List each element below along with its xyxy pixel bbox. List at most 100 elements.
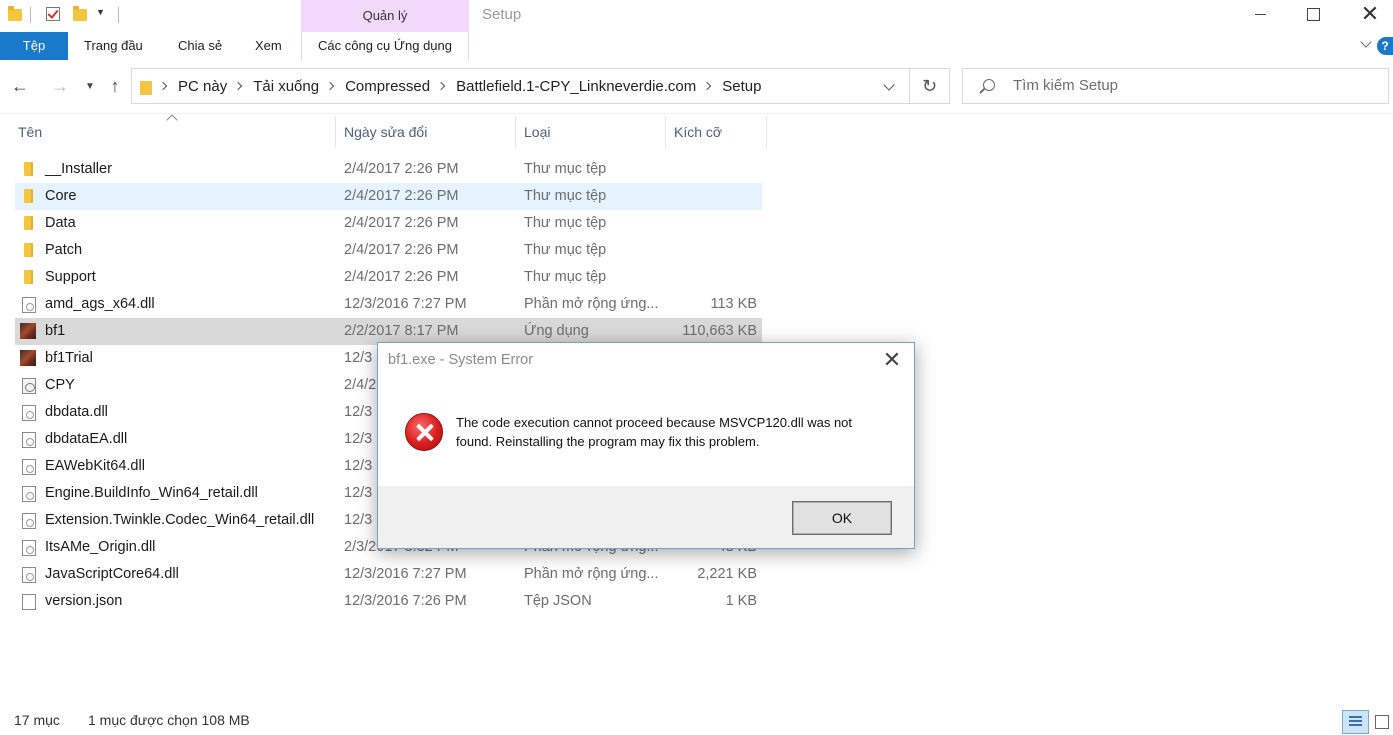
selection-info: 1 mục được chọn 108 MB (88, 712, 250, 728)
manage-context-tab[interactable]: Quản lý (301, 0, 469, 32)
breadcrumb-item[interactable]: Setup (722, 78, 761, 95)
file-type: Phần mở rộng ứng... (524, 566, 659, 582)
minimize-button[interactable] (1237, 0, 1283, 28)
search-box[interactable]: Tìm kiếm Setup (962, 68, 1389, 104)
folder-icon (24, 243, 33, 257)
column-header-size[interactable]: Kích cỡ (666, 116, 767, 148)
maximize-button[interactable] (1290, 0, 1336, 28)
error-icon (405, 413, 443, 451)
file-name: EAWebKit64.dll (45, 458, 145, 474)
recent-locations-icon[interactable]: ▼ (78, 74, 102, 98)
file-size: 1 KB (725, 593, 757, 609)
file-row[interactable]: Data 2/4/2017 2:26 PM Thư mục tệp (15, 210, 762, 237)
dialog-title: bf1.exe - System Error (388, 352, 534, 368)
file-row[interactable]: Patch 2/4/2017 2:26 PM Thư mục tệp (15, 237, 762, 264)
file-name: bf1 (45, 323, 66, 339)
dll-file-icon (22, 405, 36, 421)
file-date: 12/3 (344, 350, 373, 366)
chevron-right-icon[interactable] (325, 81, 335, 91)
file-type: Thư mục tệp (524, 242, 607, 258)
file-date: 2/2/2017 8:17 PM (344, 323, 459, 339)
navigation-bar: ← → ▼ ↑ PC này Tải xuống Compressed Batt… (0, 60, 1393, 114)
breadcrumb: PC này Tải xuống Compressed Battlefield.… (158, 69, 761, 103)
address-bar[interactable]: PC này Tải xuống Compressed Battlefield.… (131, 68, 910, 104)
app-icon (20, 350, 36, 366)
title-bar: ▼ Quản lý Setup ✕ (0, 0, 1393, 32)
dll-file-icon (22, 297, 36, 313)
file-row[interactable]: __Installer 2/4/2017 2:26 PM Thư mục tệp (15, 156, 762, 183)
json-file-icon (22, 594, 36, 610)
file-date: 12/3/2016 7:27 PM (344, 296, 467, 312)
customize-toolbar-icon[interactable]: ▼ (96, 7, 105, 25)
tab-share[interactable]: Chia sẻ (178, 32, 222, 60)
file-type: Thư mục tệp (524, 215, 607, 231)
folder-icon (24, 189, 33, 203)
new-folder-icon[interactable] (73, 6, 87, 21)
file-row[interactable]: Core 2/4/2017 2:26 PM Thư mục tệp (15, 183, 762, 210)
file-row[interactable]: Support 2/4/2017 2:26 PM Thư mục tệp (15, 264, 762, 291)
dll-file-icon (22, 432, 36, 448)
chevron-right-icon[interactable] (158, 81, 168, 91)
file-type: Tệp JSON (524, 593, 592, 609)
file-type: Ứng dụng (524, 323, 589, 339)
folder-icon[interactable] (8, 6, 22, 21)
file-type: Thư mục tệp (524, 269, 607, 285)
tab-file[interactable]: Tệp (0, 32, 68, 60)
file-date: 12/3 (344, 431, 373, 447)
forward-arrow-icon[interactable]: → (48, 74, 72, 98)
column-header-date[interactable]: Ngày sửa đổi (336, 116, 516, 148)
ok-button[interactable]: OK (792, 501, 892, 535)
file-name: dbdataEA.dll (45, 431, 128, 447)
search-input[interactable]: Tìm kiếm Setup (1013, 69, 1118, 103)
back-arrow-icon[interactable]: ← (8, 74, 32, 98)
expand-ribbon-icon[interactable] (1361, 38, 1371, 48)
ribbon-tabs: Tệp Trang đầu Chia sẻ Xem Các công cụ Ứn… (0, 32, 1393, 60)
breadcrumb-item[interactable]: Battlefield.1-CPY_Linkneverdie.com (456, 78, 696, 95)
file-name: bf1Trial (45, 350, 93, 366)
toolbar-divider (30, 7, 31, 23)
dll-file-icon (22, 513, 36, 529)
chevron-right-icon[interactable] (703, 81, 712, 91)
file-type: Thư mục tệp (524, 188, 607, 204)
folder-icon (24, 270, 33, 284)
breadcrumb-item[interactable]: Compressed (345, 78, 430, 95)
tab-home[interactable]: Trang đầu (84, 32, 143, 60)
file-row[interactable]: JavaScriptCore64.dll 12/3/2016 7:27 PM Phầ… (15, 561, 762, 588)
column-header-name[interactable]: Tên (10, 116, 336, 148)
chevron-right-icon[interactable] (233, 81, 243, 91)
up-arrow-icon[interactable]: ↑ (103, 74, 127, 98)
breadcrumb-item[interactable]: Tải xuống (253, 78, 319, 95)
file-row[interactable]: version.json 12/3/2016 7:26 PM Tệp JSON 1 K… (15, 588, 762, 615)
tab-view[interactable]: Xem (255, 32, 282, 60)
file-type: Phần mở rộng ứng... (524, 296, 659, 312)
file-row[interactable]: bf1 2/2/2017 8:17 PM Ứng dụng 110,663 KB (15, 318, 762, 345)
column-header-type[interactable]: Loại (516, 116, 666, 148)
file-date: 2/4/2017 2:26 PM (344, 161, 459, 177)
file-name: Patch (45, 242, 83, 258)
item-count: 17 mục (14, 712, 60, 728)
status-bar: 17 mục 1 mục được chọn 108 MB (0, 708, 1393, 735)
file-name: dbdata.dll (45, 404, 108, 420)
app-icon (20, 323, 36, 339)
dialog-footer: OK (378, 486, 914, 548)
file-name: __Installer (45, 161, 112, 177)
tab-application-tools[interactable]: Các công cụ Ứng dụng (301, 32, 469, 60)
breadcrumb-item[interactable]: PC này (178, 78, 227, 95)
help-icon[interactable]: ? (1377, 37, 1393, 55)
dialog-close-icon[interactable]: ✕ (880, 347, 904, 373)
file-date: 2/4/2 (344, 377, 377, 393)
system-error-dialog: bf1.exe - System Error ✕ The code execut… (377, 342, 915, 549)
file-row[interactable]: amd_ags_x64.dll 12/3/2016 7:27 PM Phần mở … (15, 291, 762, 318)
chevron-right-icon[interactable] (436, 81, 446, 91)
file-name: Core (45, 188, 77, 204)
refresh-button[interactable]: ↻ (910, 68, 950, 104)
properties-icon[interactable] (46, 7, 60, 21)
search-icon (983, 79, 995, 91)
file-size: 113 KB (710, 296, 758, 312)
large-icons-view-icon[interactable] (1373, 713, 1391, 731)
file-date: 12/3 (344, 458, 373, 474)
file-date: 2/4/2017 2:26 PM (344, 215, 459, 231)
file-name: CPY (45, 377, 75, 393)
details-view-icon[interactable] (1342, 710, 1369, 734)
close-button[interactable]: ✕ (1347, 0, 1393, 28)
